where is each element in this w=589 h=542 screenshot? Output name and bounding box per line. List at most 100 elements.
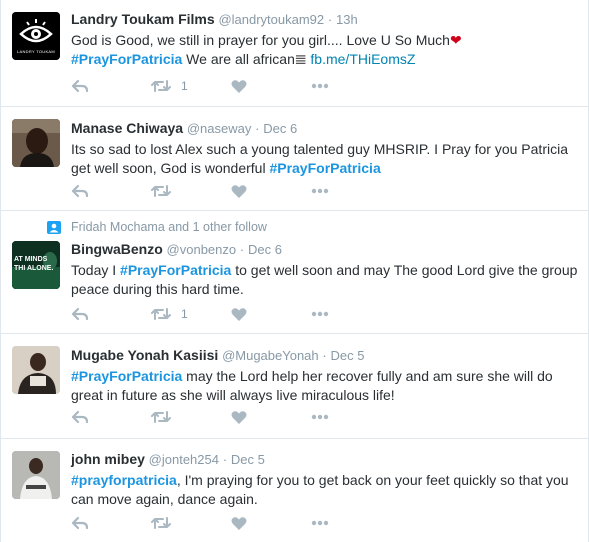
tweet-actions bbox=[71, 181, 329, 201]
reply-button[interactable] bbox=[71, 306, 151, 322]
like-icon bbox=[231, 184, 247, 198]
retweet-icon bbox=[151, 80, 171, 92]
like-icon bbox=[231, 516, 247, 530]
separator: · bbox=[255, 121, 260, 136]
hashtag-link[interactable]: #PrayForPatricia bbox=[71, 368, 182, 384]
reply-icon bbox=[71, 516, 89, 530]
retweet-icon bbox=[151, 308, 171, 320]
tweet-card[interactable]: john mibey @jonteh254 · Dec 5 #prayforpa… bbox=[1, 439, 588, 542]
display-name[interactable]: BingwaBenzo bbox=[71, 241, 163, 257]
timestamp[interactable]: Dec 6 bbox=[263, 121, 297, 136]
like-button[interactable] bbox=[231, 307, 311, 322]
hashtag-link[interactable]: #PrayForPatricia bbox=[71, 51, 182, 67]
reply-button[interactable] bbox=[71, 515, 151, 531]
timeline: LANDRY TOUKAM Landry Toukam Films @landr… bbox=[0, 0, 589, 542]
tweet-card[interactable]: Fridah Mochama and 1 other follow AT MIN… bbox=[1, 211, 588, 334]
like-icon bbox=[231, 307, 247, 321]
more-button[interactable] bbox=[311, 83, 329, 89]
username[interactable]: @MugabeYonah bbox=[222, 348, 319, 363]
display-name[interactable]: Manase Chiwaya bbox=[71, 120, 183, 136]
username[interactable]: @vonbenzo bbox=[167, 242, 237, 257]
retweet-button[interactable] bbox=[151, 409, 231, 425]
avatar[interactable]: LANDRY TOUKAM bbox=[12, 12, 60, 60]
timestamp[interactable]: Dec 6 bbox=[248, 242, 282, 257]
avatar[interactable] bbox=[12, 451, 60, 499]
tweet-card[interactable]: Mugabe Yonah Kasiisi @MugabeYonah · Dec … bbox=[1, 334, 588, 439]
reply-button[interactable] bbox=[71, 409, 151, 425]
username[interactable]: @jonteh254 bbox=[149, 452, 219, 467]
person-photo-icon bbox=[12, 119, 60, 167]
follow-context-icon bbox=[47, 221, 61, 234]
more-icon bbox=[311, 188, 329, 194]
more-icon bbox=[311, 520, 329, 526]
reply-button[interactable] bbox=[71, 183, 151, 199]
text-segment: Today I bbox=[71, 262, 121, 278]
reply-icon bbox=[71, 307, 89, 321]
retweet-button[interactable]: 1 bbox=[151, 78, 231, 94]
more-icon bbox=[311, 414, 329, 420]
avatar[interactable] bbox=[12, 119, 60, 167]
tweet-text: Today I #PrayForPatricia to get well soo… bbox=[71, 261, 578, 298]
tweet-header: john mibey @jonteh254 · Dec 5 bbox=[71, 450, 578, 469]
avatar-caption: AT MINDS THI ALONE. bbox=[14, 256, 54, 272]
username[interactable]: @naseway bbox=[187, 121, 252, 136]
separator: · bbox=[239, 242, 245, 257]
hashtag-link[interactable]: #PrayForPatricia bbox=[120, 262, 231, 278]
like-button[interactable] bbox=[231, 79, 311, 94]
tweet-header: Mugabe Yonah Kasiisi @MugabeYonah · Dec … bbox=[71, 346, 578, 365]
retweet-button[interactable]: 1 bbox=[151, 306, 231, 322]
retweet-button[interactable] bbox=[151, 183, 231, 199]
more-button[interactable] bbox=[311, 414, 329, 420]
username[interactable]: @landrytoukam92 bbox=[218, 12, 324, 27]
retweet-count: 1 bbox=[181, 79, 188, 93]
like-icon bbox=[231, 79, 247, 93]
avatar-caption: LANDRY TOUKAM bbox=[16, 49, 56, 54]
hashtag-link[interactable]: #prayforpatricia bbox=[71, 472, 177, 488]
tweet-card[interactable]: Manase Chiwaya @naseway · Dec 6 Its so s… bbox=[1, 107, 588, 211]
like-icon bbox=[231, 410, 247, 424]
tweet-actions bbox=[71, 513, 329, 533]
more-icon bbox=[311, 311, 329, 317]
tweet-actions: 1 bbox=[71, 76, 329, 96]
more-icon bbox=[311, 83, 329, 89]
timestamp[interactable]: Dec 5 bbox=[331, 348, 365, 363]
reply-button[interactable] bbox=[71, 78, 151, 94]
timestamp[interactable]: Dec 5 bbox=[231, 452, 265, 467]
more-button[interactable] bbox=[311, 311, 329, 317]
tweet-text: #PrayForPatricia may the Lord help her r… bbox=[71, 367, 578, 404]
reply-icon bbox=[71, 410, 89, 424]
person-photo-icon bbox=[12, 346, 60, 394]
tweet-text: God is Good, we still in prayer for you … bbox=[71, 31, 578, 69]
follow-context-text: Fridah Mochama and 1 other follow bbox=[71, 220, 267, 234]
person-photo-icon bbox=[12, 451, 60, 499]
tweet-actions: 1 bbox=[71, 304, 329, 324]
retweet-button[interactable] bbox=[151, 515, 231, 531]
text-segment: We are all african bbox=[182, 50, 295, 67]
reply-icon bbox=[71, 184, 89, 198]
follow-context[interactable]: Fridah Mochama and 1 other follow bbox=[47, 220, 267, 234]
more-button[interactable] bbox=[311, 188, 329, 194]
tweet-header: BingwaBenzo @vonbenzo · Dec 6 bbox=[71, 240, 578, 259]
text-segment: God is Good, we still in prayer for you … bbox=[71, 32, 450, 48]
more-button[interactable] bbox=[311, 520, 329, 526]
separator: · bbox=[222, 452, 228, 467]
avatar[interactable] bbox=[12, 346, 60, 394]
tweet-card[interactable]: LANDRY TOUKAM Landry Toukam Films @landr… bbox=[1, 0, 588, 107]
avatar[interactable]: AT MINDS THI ALONE. bbox=[12, 241, 60, 289]
like-button[interactable] bbox=[231, 516, 311, 531]
display-name[interactable]: Landry Toukam Films bbox=[71, 11, 215, 27]
timestamp[interactable]: 13h bbox=[336, 12, 358, 27]
tweet-actions bbox=[71, 407, 329, 427]
display-name[interactable]: john mibey bbox=[71, 451, 145, 467]
tweet-text: #prayforpatricia, I'm praying for you to… bbox=[71, 471, 578, 508]
hashtag-link[interactable]: #PrayForPatricia bbox=[269, 160, 380, 176]
like-button[interactable] bbox=[231, 410, 311, 425]
retweet-icon bbox=[151, 411, 171, 423]
url-link[interactable]: fb.me/THiEomsZ bbox=[310, 51, 415, 67]
unknown-glyph: 𝌆 bbox=[294, 51, 307, 67]
retweet-count: 1 bbox=[181, 307, 188, 321]
tweet-text: Its so sad to lost Alex such a young tal… bbox=[71, 140, 578, 177]
like-button[interactable] bbox=[231, 184, 311, 199]
display-name[interactable]: Mugabe Yonah Kasiisi bbox=[71, 347, 218, 363]
heart-emoji: ❤ bbox=[449, 32, 462, 48]
